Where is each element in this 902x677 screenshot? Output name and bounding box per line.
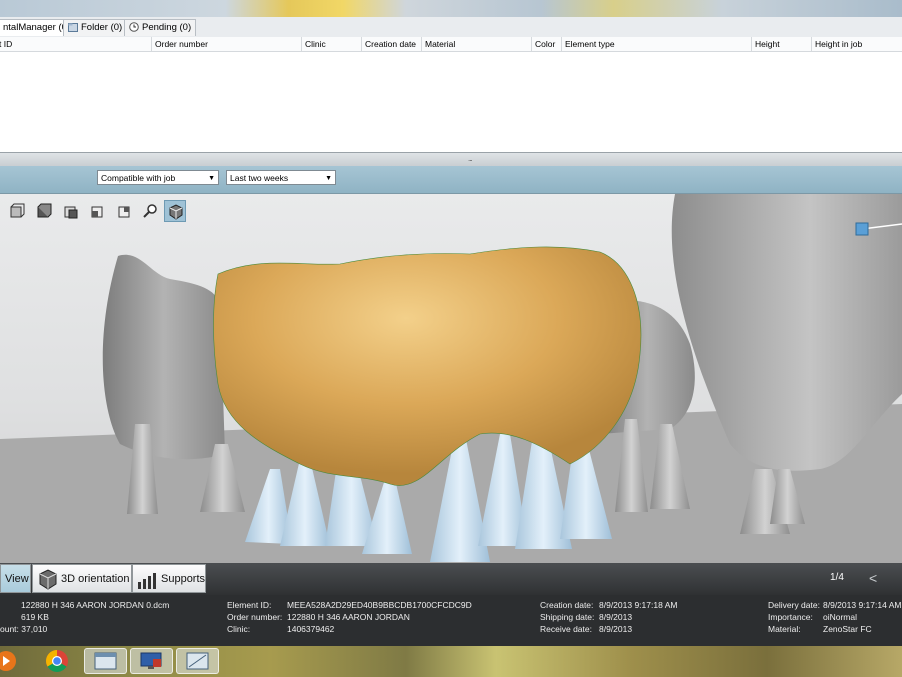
filter-bar: Compatible with job ▼ Last two weeks ▼ (0, 166, 902, 194)
file-size-value: 619 KB (21, 612, 49, 622)
crown-model[interactable] (213, 246, 642, 486)
column-header-material[interactable]: Material (421, 37, 455, 51)
desktop-background-strip (0, 0, 902, 17)
tab-label: Pending (0) (142, 22, 192, 33)
view-tab-label: View (5, 573, 29, 585)
column-header-height[interactable]: Height (751, 37, 780, 51)
taskbar-app-window-2-button[interactable] (176, 648, 219, 674)
bottom-toolbar: View 3D orientation Supports 1/4 < (0, 563, 902, 595)
tab-folder[interactable]: Folder (0) (63, 19, 128, 36)
order-grid[interactable]: t ID Order number Clinic Creation date M… (0, 37, 902, 152)
creation-date-label: Creation date: (540, 600, 594, 610)
tab-pending[interactable]: Pending (0) (124, 19, 197, 36)
column-header-creation-date[interactable]: Creation date (361, 37, 416, 51)
view-front-icon (10, 203, 25, 218)
date-range-dropdown[interactable]: Last two weeks ▼ (226, 170, 336, 185)
supports-label: Supports (161, 573, 206, 585)
column-header-color[interactable]: Color (531, 37, 555, 51)
order-number-label: Order number: (227, 612, 283, 622)
solid-shading-icon (169, 204, 183, 220)
grid-header: t ID Order number Clinic Creation date M… (0, 37, 902, 52)
shipping-date-label: Shipping date: (540, 612, 595, 622)
material-label: Material: (768, 624, 801, 634)
media-player-icon (0, 651, 16, 671)
importance-label: Importance: (768, 612, 813, 622)
view-side-icon (64, 206, 78, 219)
view-top-button[interactable] (114, 200, 136, 222)
view-corner-button[interactable] (87, 200, 109, 222)
media-player-button[interactable] (0, 648, 20, 674)
taskbar-app-window-button[interactable] (84, 648, 127, 674)
view-corner-icon (91, 206, 103, 218)
chevron-down-icon: ▼ (325, 175, 332, 182)
column-header-order-number[interactable]: Order number (151, 37, 208, 51)
date-range-value: Last two weeks (230, 173, 289, 183)
material-value: ZenoStar FC (823, 624, 872, 634)
element-info-panel: 122880 H 346 AARON JORDAN 0.dcm 619 KB o… (0, 595, 902, 646)
clinic-value: 1406379462 (287, 624, 335, 634)
compatibility-dropdown[interactable]: Compatible with job ▼ (97, 170, 219, 185)
file-name-value: 122880 H 346 AARON JORDAN 0.dcm (21, 600, 170, 610)
receive-date-label: Receive date: (540, 624, 592, 634)
delivery-date-label: Delivery date: (768, 600, 820, 610)
receive-date-value: 8/9/2013 (599, 624, 633, 634)
delivery-date-value: 8/9/2013 9:17:14 AM (823, 600, 902, 610)
splitter-grip[interactable]: ... (468, 154, 473, 163)
panel-splitter[interactable]: ... (0, 152, 902, 167)
tab-label: ntalManager (0) (3, 22, 71, 33)
chevron-down-icon: ▼ (208, 175, 215, 182)
3d-orientation-label: 3D orientation (61, 573, 130, 585)
chrome-icon (46, 650, 68, 672)
orientation-cube-icon[interactable] (855, 222, 869, 236)
view-box-button[interactable] (33, 200, 55, 222)
dental-model-scene[interactable] (0, 194, 902, 563)
creation-date-value: 8/9/2013 9:17:18 AM (599, 600, 678, 610)
clinic-label: Clinic: (227, 624, 251, 634)
windows-taskbar (0, 646, 902, 677)
remote-desktop-icon (140, 652, 162, 669)
element-id-value: MEEA528A2D29ED40B9BBCDB1700CFCDC9D (287, 600, 472, 610)
tab-bar: ntalManager (0) Folder (0) Pending (0) (0, 17, 902, 38)
order-number-value: 122880 H 346 AARON JORDAN (287, 612, 410, 622)
column-header-clinic[interactable]: Clinic (301, 37, 326, 51)
page-indicator: 1/4 (830, 572, 844, 583)
folder-icon (68, 22, 78, 32)
taskbar-remote-desktop-button[interactable] (130, 648, 173, 674)
column-header-id[interactable]: t ID (0, 37, 12, 51)
column-header-height-in-job[interactable]: Height in job (811, 37, 862, 51)
element-id-label: Element ID: (227, 600, 272, 610)
solid-shading-button[interactable] (164, 200, 186, 222)
app-window-icon (94, 652, 117, 670)
supports-button[interactable]: Supports (132, 564, 206, 593)
prev-arrow-icon[interactable]: < (869, 570, 877, 586)
zoom-button[interactable] (139, 200, 161, 222)
chrome-button[interactable] (42, 648, 72, 674)
count-label: ount: (0, 624, 19, 634)
view-side-button[interactable] (60, 200, 82, 222)
tab-label: Folder (0) (81, 22, 123, 33)
compatibility-value: Compatible with job (101, 173, 176, 183)
shipping-date-value: 8/9/2013 (599, 612, 633, 622)
3d-orientation-button[interactable]: 3D orientation (32, 564, 132, 593)
app-window-2-icon (186, 652, 209, 670)
view-tab-button[interactable]: View (0, 564, 31, 593)
count-value: 37,010 (21, 624, 48, 634)
clock-icon (129, 22, 139, 32)
view-box-icon (37, 203, 52, 218)
3d-viewport[interactable] (0, 194, 902, 563)
zoom-icon (143, 204, 157, 218)
importance-value: oiNormal (823, 612, 858, 622)
grey-model-left (102, 254, 225, 460)
view-top-icon (118, 206, 130, 218)
column-header-element-type[interactable]: Element type (561, 37, 615, 51)
view-front-button[interactable] (6, 200, 28, 222)
